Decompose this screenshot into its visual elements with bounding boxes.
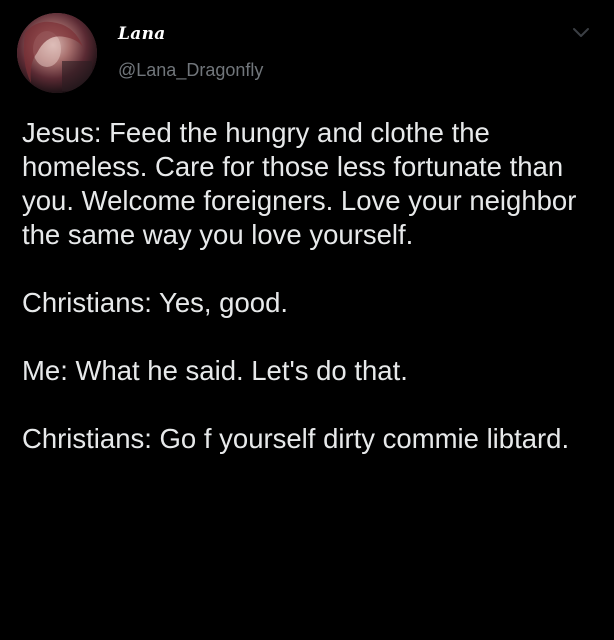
display-name[interactable]: Lana [118, 24, 166, 44]
tweet-paragraph: Me: What he said. Let's do that. [22, 355, 408, 386]
chevron-down-icon[interactable] [572, 27, 590, 39]
avatar[interactable] [17, 13, 97, 93]
tweet-paragraph: Christians: Yes, good. [22, 287, 289, 318]
tweet-paragraph: Jesus: Feed the hungry and clothe the ho… [22, 117, 577, 250]
tweet-paragraph: Christians: Go f yourself dirty commie l… [22, 423, 570, 454]
tweet-body: Jesus: Feed the hungry and clothe the ho… [22, 116, 602, 456]
tweet-card: Lana @Lana_Dragonfly Jesus: Feed the hun… [0, 0, 614, 640]
user-handle[interactable]: @Lana_Dragonfly [118, 60, 263, 81]
